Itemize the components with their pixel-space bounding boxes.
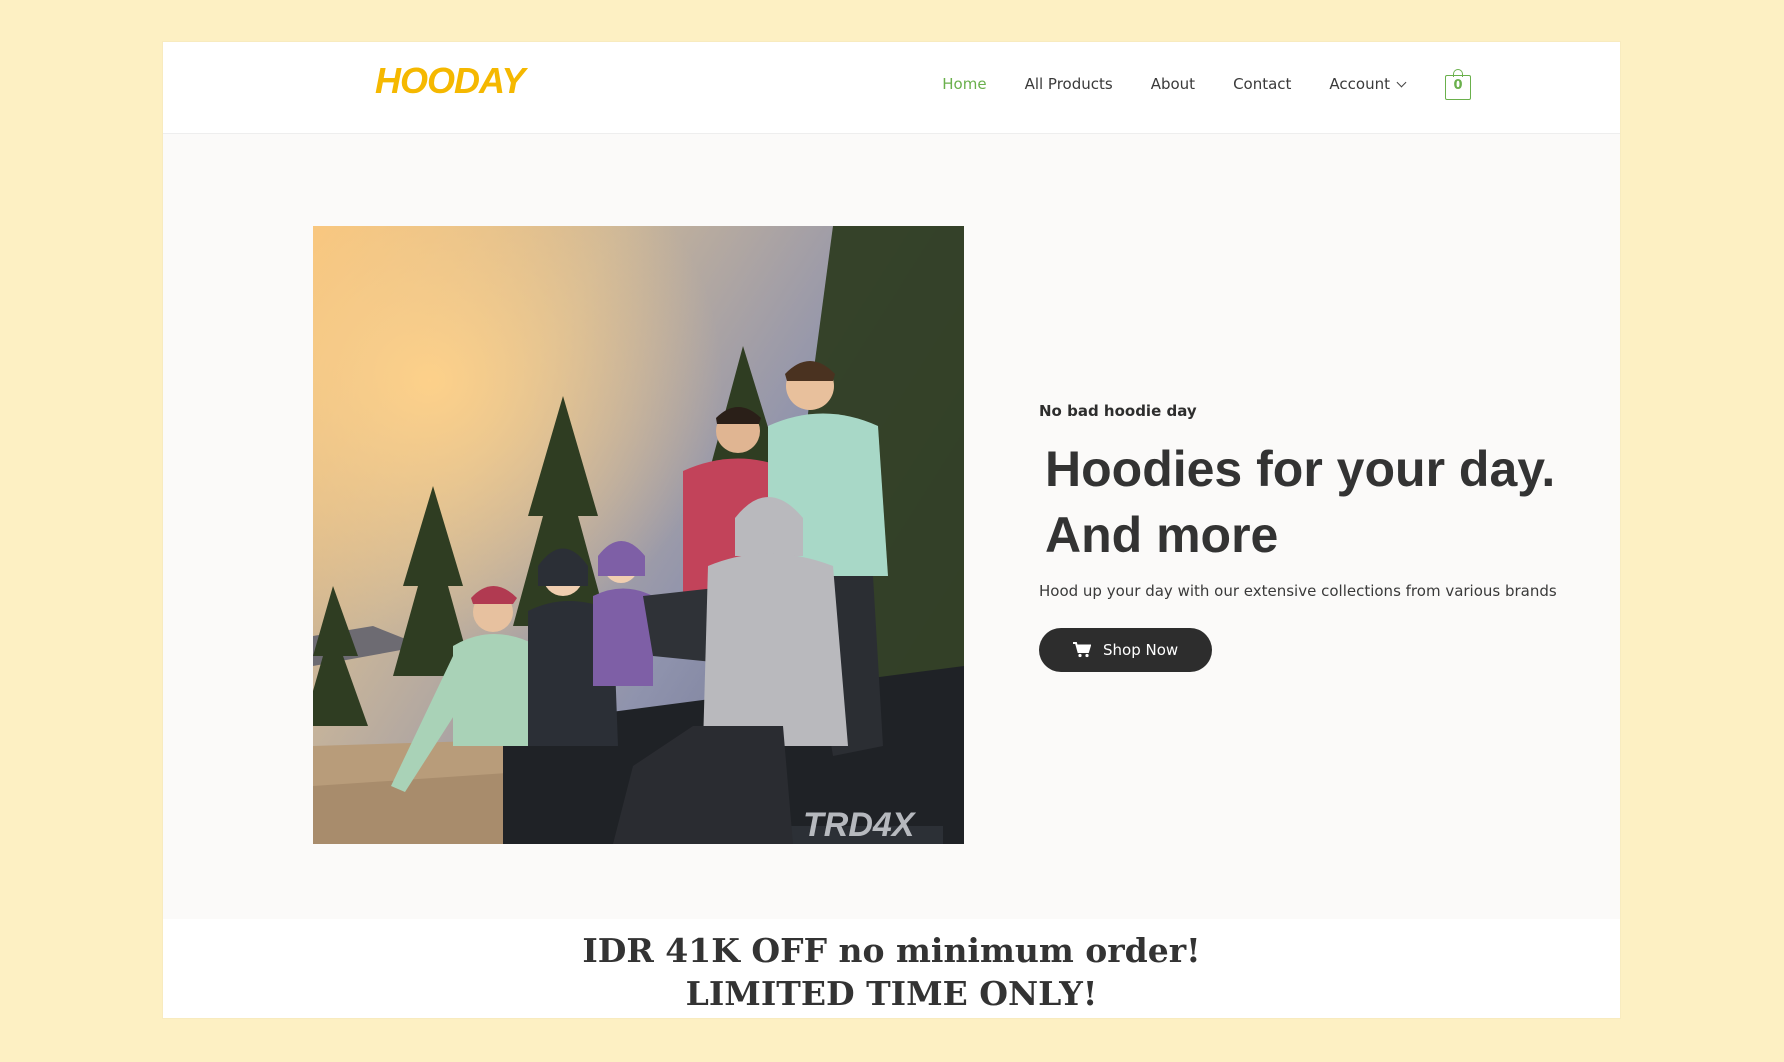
hero-image: TRD4X [313, 226, 964, 844]
hero-subtext: Hood up your day with our extensive coll… [1039, 582, 1557, 600]
nav-all-products[interactable]: All Products [1025, 75, 1113, 93]
page-container: HOODAY Home All Products About Contact A… [163, 42, 1620, 1018]
promo-line-2: LIMITED TIME ONLY! [685, 974, 1098, 1013]
svg-text:TRD4X: TRD4X [803, 806, 917, 844]
nav-contact[interactable]: Contact [1233, 75, 1291, 93]
cart-button[interactable]: 0 [1445, 69, 1473, 100]
main-nav: Home All Products About Contact Account … [942, 60, 1473, 108]
hero-eyebrow: No bad hoodie day [1039, 402, 1197, 420]
cart-count: 0 [1453, 78, 1463, 93]
shopping-cart-icon [1073, 642, 1091, 658]
promo-line-1: IDR 41K OFF no minimum order! [582, 931, 1201, 970]
promo-banner: IDR 41K OFF no minimum order! LIMITED TI… [163, 919, 1620, 1018]
nav-account-label: Account [1329, 75, 1390, 93]
nav-home[interactable]: Home [942, 75, 986, 93]
hero-headline-line1: Hoodies for your day. [1045, 441, 1556, 497]
site-logo[interactable]: HOODAY [375, 60, 525, 102]
nav-about[interactable]: About [1151, 75, 1195, 93]
hero-headline: Hoodies for your day. And more [1045, 436, 1579, 568]
hero-content: No bad hoodie day Hoodies for your day. … [1039, 402, 1579, 672]
site-header: HOODAY Home All Products About Contact A… [163, 42, 1620, 134]
nav-account[interactable]: Account [1329, 75, 1407, 93]
shop-now-label: Shop Now [1103, 641, 1179, 659]
hero-headline-line2: And more [1045, 507, 1279, 563]
chevron-down-icon [1396, 77, 1407, 87]
shop-now-button[interactable]: Shop Now [1039, 628, 1213, 672]
